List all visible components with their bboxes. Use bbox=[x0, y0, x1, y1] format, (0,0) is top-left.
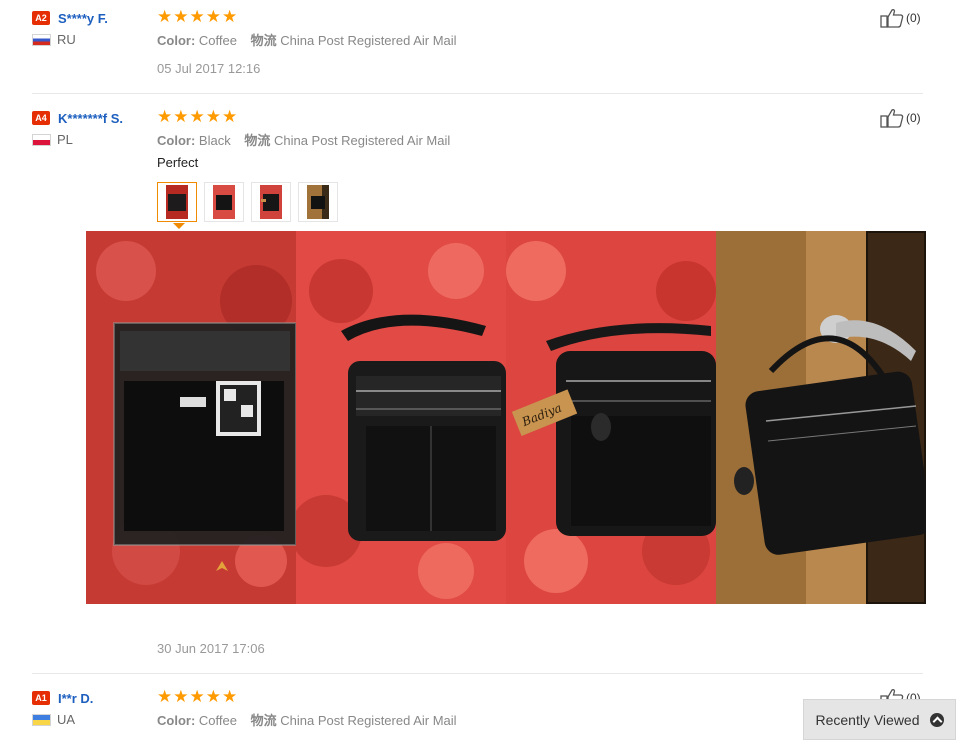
order-info: Color: Coffee 物流 China Post Registered A… bbox=[157, 30, 457, 49]
buyer-level-badge: A4 bbox=[32, 111, 50, 125]
star-icon: ★ bbox=[189, 7, 205, 26]
star-icon: ★ bbox=[173, 107, 189, 126]
bag-photo-thumbnail-image bbox=[260, 185, 282, 219]
review-date: 30 Jun 2017 17:06 bbox=[157, 641, 265, 656]
logistics-label: 物流 bbox=[250, 33, 277, 48]
order-info: Color: Coffee 物流 China Post Registered A… bbox=[157, 710, 457, 729]
review-date: 05 Jul 2017 12:16 bbox=[157, 61, 261, 76]
recently-viewed-label: Recently Viewed bbox=[815, 711, 920, 728]
buyer-level-badge: A1 bbox=[32, 691, 50, 705]
helpful-count: (0) bbox=[906, 111, 921, 125]
star-rating: ★ ★ ★ ★ ★ bbox=[157, 688, 238, 706]
star-icon: ★ bbox=[157, 687, 173, 706]
review-divider bbox=[32, 673, 923, 674]
bag-on-door-handle-photo[interactable] bbox=[716, 231, 926, 604]
recently-viewed-button[interactable]: Recently Viewed bbox=[803, 699, 956, 740]
review-photo-gallery: Badiya bbox=[86, 231, 926, 604]
logistics-value: China Post Registered Air Mail bbox=[273, 133, 451, 148]
star-icon: ★ bbox=[205, 107, 221, 126]
country-code: PL bbox=[57, 132, 73, 147]
helpful-button[interactable]: (0) bbox=[880, 108, 921, 128]
photo-thumbnail[interactable] bbox=[157, 182, 197, 229]
active-thumbnail-pointer bbox=[173, 223, 185, 229]
review-divider bbox=[32, 93, 923, 94]
bag-front-photo[interactable] bbox=[296, 231, 506, 604]
color-value: Black bbox=[198, 133, 231, 148]
review-item: A1 I**r D. UA ★ ★ ★ ★ ★ Color: Coffee 物流… bbox=[32, 688, 923, 740]
country-code: UA bbox=[57, 712, 76, 727]
reviewer-name[interactable]: K*******f S. bbox=[58, 111, 123, 126]
logistics-label: 物流 bbox=[250, 713, 277, 728]
star-icon: ★ bbox=[189, 107, 205, 126]
logistics-value: China Post Registered Air Mail bbox=[280, 33, 457, 48]
country-code: RU bbox=[57, 32, 76, 47]
reviewer-country: UA bbox=[32, 712, 75, 727]
color-label: Color: bbox=[157, 713, 196, 728]
color-value: Coffee bbox=[198, 33, 237, 48]
reviewer-country: RU bbox=[32, 32, 76, 47]
star-icon: ★ bbox=[157, 107, 173, 126]
ukraine-flag-icon bbox=[32, 713, 51, 726]
bag-photo-thumbnail-image bbox=[307, 185, 329, 219]
star-icon: ★ bbox=[189, 687, 205, 706]
reviewer-name[interactable]: S****y F. bbox=[58, 11, 108, 26]
bag-photo-thumbnail-image bbox=[213, 185, 235, 219]
color-label: Color: bbox=[157, 33, 196, 48]
thumbs-up-icon bbox=[880, 109, 904, 128]
star-rating: ★ ★ ★ ★ ★ bbox=[157, 108, 238, 126]
star-icon: ★ bbox=[205, 7, 221, 26]
russia-flag-icon bbox=[32, 33, 51, 46]
helpful-count: (0) bbox=[906, 11, 921, 25]
reviewer-name[interactable]: I**r D. bbox=[58, 691, 93, 706]
chevron-up-circle-icon bbox=[929, 712, 944, 727]
photo-thumbnail[interactable] bbox=[204, 182, 244, 222]
star-icon: ★ bbox=[222, 7, 238, 26]
bag-in-package-photo[interactable] bbox=[86, 231, 296, 604]
star-icon: ★ bbox=[222, 687, 238, 706]
reviewer-country: PL bbox=[32, 132, 73, 147]
buyer-level-badge: A2 bbox=[32, 11, 50, 25]
reviewer-line: A4 K*******f S. bbox=[32, 108, 123, 128]
star-icon: ★ bbox=[222, 107, 238, 126]
bag-photo-thumbnail-image bbox=[166, 185, 188, 219]
star-icon: ★ bbox=[205, 687, 221, 706]
photo-thumbnail[interactable] bbox=[251, 182, 291, 222]
logistics-label: 物流 bbox=[244, 133, 271, 148]
star-icon: ★ bbox=[173, 687, 189, 706]
poland-flag-icon bbox=[32, 133, 51, 146]
bag-with-tag-photo[interactable]: Badiya bbox=[506, 231, 716, 604]
photo-thumbnail[interactable] bbox=[298, 182, 338, 222]
helpful-button[interactable]: (0) bbox=[880, 8, 921, 28]
review-text: Perfect bbox=[157, 155, 199, 170]
reviewer-line: A2 S****y F. bbox=[32, 8, 108, 28]
review-item: A2 S****y F. RU ★ ★ ★ ★ ★ Color: Coffee … bbox=[32, 8, 923, 88]
order-info: Color: Black 物流 China Post Registered Ai… bbox=[157, 130, 450, 149]
star-icon: ★ bbox=[173, 7, 189, 26]
star-icon: ★ bbox=[157, 7, 173, 26]
thumbs-up-icon bbox=[880, 9, 904, 28]
reviewer-line: A1 I**r D. bbox=[32, 688, 93, 708]
star-rating: ★ ★ ★ ★ ★ bbox=[157, 8, 238, 26]
color-label: Color: bbox=[157, 133, 196, 148]
logistics-value: China Post Registered Air Mail bbox=[280, 713, 457, 728]
review-photo-thumbnails bbox=[157, 182, 345, 229]
color-value: Coffee bbox=[198, 713, 237, 728]
